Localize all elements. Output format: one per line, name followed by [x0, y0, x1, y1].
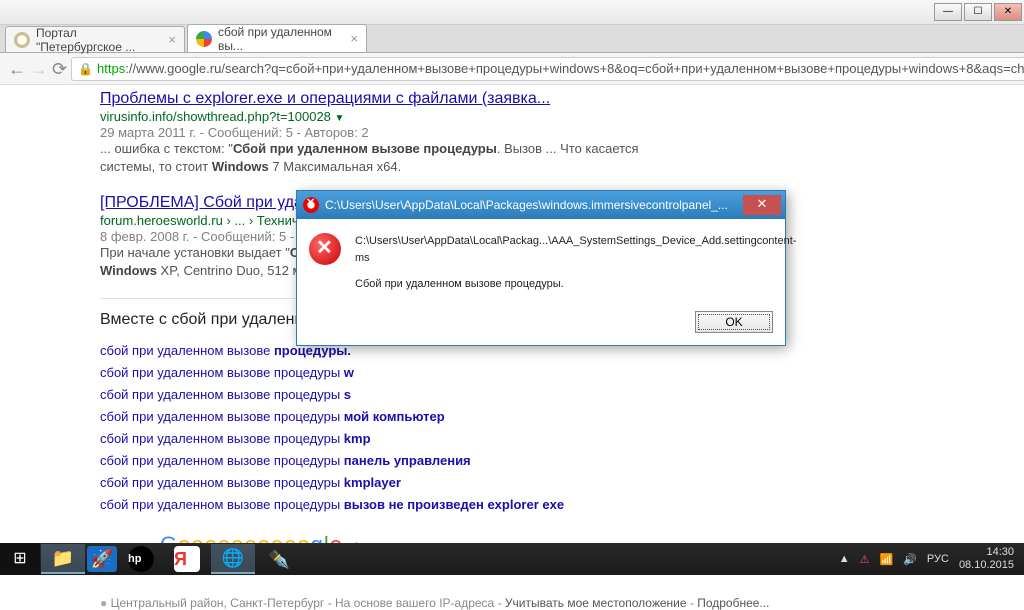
footer-location: Центральный район, Санкт-Петербург	[111, 596, 325, 610]
taskbar-item[interactable]: Я	[165, 544, 209, 574]
favicon-icon	[14, 32, 30, 48]
taskbar-item[interactable]: 🌐	[211, 544, 255, 574]
dialog-close-button[interactable]: ✕	[743, 195, 781, 215]
tray-clock[interactable]: 14:3008.10.2015	[959, 546, 1014, 571]
related-link[interactable]: сбой при удаленном вызове процедуры s	[100, 387, 1024, 402]
footer-link[interactable]: Учитывать мое местоположение	[505, 596, 687, 610]
forward-button[interactable]: →	[30, 57, 48, 81]
result-title[interactable]: Проблемы с explorer.exe и операциями с ф…	[100, 89, 660, 108]
favicon-icon	[196, 31, 212, 47]
search-results: Проблемы с explorer.exe и операциями с ф…	[0, 85, 1024, 610]
dialog-title-icon	[303, 197, 319, 213]
browser-tab[interactable]: Портал "Петербургское ... ×	[5, 26, 185, 52]
footer: ● Центральный район, Санкт-Петербург - Н…	[100, 596, 1024, 610]
taskbar[interactable]: ⊞ 📁 🚀 hp Я 🌐 ✒️ ▲ ⚠ 📶 🔊 РУС 14:3008.10.2…	[0, 543, 1024, 575]
lock-icon: 🔒	[78, 62, 93, 76]
url-scheme: https	[97, 61, 125, 76]
tab-close-icon[interactable]: ×	[168, 32, 176, 47]
browser-tab[interactable]: сбой при удаленном вы... ×	[187, 24, 367, 52]
related-searches: сбой при удаленном вызове процедуры. сбо…	[100, 343, 1024, 512]
result-meta: 29 марта 2011 г. - Сообщений: 5 - Авторо…	[100, 125, 660, 140]
related-link[interactable]: сбой при удаленном вызове процедуры пане…	[100, 453, 1024, 468]
dialog-message: C:\Users\User\AppData\Local\Packag...\AA…	[355, 233, 796, 293]
window-max-button[interactable]: ☐	[964, 3, 992, 21]
tray-language[interactable]: РУС	[927, 553, 949, 565]
related-link[interactable]: сбой при удаленном вызове процедуры мой …	[100, 409, 1024, 424]
window-titlebar: — ☐ ✕	[0, 0, 1024, 25]
result-snippet: ... ошибка с текстом: "Сбой при удаленно…	[100, 140, 660, 175]
system-tray[interactable]: ▲ ⚠ 📶 🔊 РУС 14:3008.10.2015	[839, 546, 1024, 571]
error-dialog: C:\Users\User\AppData\Local\Packages\win…	[296, 190, 786, 346]
tray-network-icon[interactable]: 📶	[880, 553, 894, 566]
footer-basis: На основе вашего IP-адреса	[335, 596, 494, 610]
related-link[interactable]: сбой при удаленном вызове процедуры w	[100, 365, 1024, 380]
footer-link[interactable]: Подробнее...	[697, 596, 769, 610]
result-url[interactable]: virusinfo.info/showthread.php?t=100028 ▼	[100, 109, 660, 124]
search-result: Проблемы с explorer.exe и операциями с ф…	[100, 89, 660, 175]
taskbar-item[interactable]: 📁	[41, 544, 85, 574]
tray-icon[interactable]: ▲	[839, 553, 850, 565]
reload-button[interactable]: ⟳	[52, 57, 67, 81]
tab-title: Портал "Петербургское ...	[36, 26, 156, 54]
tab-title: сбой при удаленном вы...	[218, 25, 338, 53]
url-input[interactable]: 🔒 https ://www.google.ru/search?q=сбой+п…	[71, 57, 1024, 81]
start-button[interactable]: ⊞	[0, 543, 40, 575]
window-min-button[interactable]: —	[934, 3, 962, 21]
tab-close-icon[interactable]: ×	[350, 31, 358, 46]
taskbar-item[interactable]: 🚀	[87, 546, 117, 572]
window-close-button[interactable]: ✕	[994, 3, 1022, 21]
related-link[interactable]: сбой при удаленном вызове процедуры вызо…	[100, 497, 1024, 512]
dialog-body: C:\Users\User\AppData\Local\Packag...\AA…	[297, 219, 785, 305]
url-text: ://www.google.ru/search?q=сбой+при+удале…	[125, 61, 1024, 76]
related-link[interactable]: сбой при удаленном вызове процедуры kmpl…	[100, 475, 1024, 490]
error-icon	[309, 233, 341, 265]
taskbar-item[interactable]: hp	[119, 544, 163, 574]
ok-button[interactable]: OK	[695, 311, 773, 333]
taskbar-item[interactable]: ✒️	[257, 544, 301, 574]
related-link[interactable]: сбой при удаленном вызове процедуры kmp	[100, 431, 1024, 446]
dialog-titlebar[interactable]: C:\Users\User\AppData\Local\Packages\win…	[297, 191, 785, 219]
browser-tabbar: Портал "Петербургское ... × сбой при уда…	[0, 25, 1024, 53]
back-button[interactable]: ←	[8, 57, 26, 81]
tray-volume-icon[interactable]: 🔊	[903, 553, 917, 566]
address-bar: ← → ⟳ 🔒 https ://www.google.ru/search?q=…	[0, 53, 1024, 85]
dialog-title: C:\Users\User\AppData\Local\Packages\win…	[325, 198, 743, 212]
tray-alert-icon[interactable]: ⚠	[860, 553, 870, 566]
